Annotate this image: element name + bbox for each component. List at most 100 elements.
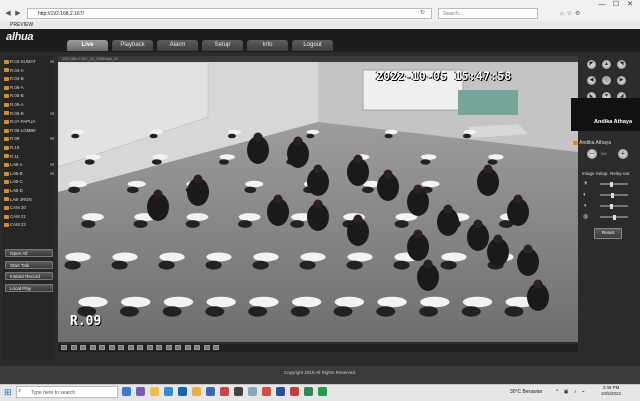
- video-control-icon[interactable]: [137, 345, 143, 350]
- taskbar-search-input[interactable]: Type here to search: [16, 386, 118, 398]
- slider-handle[interactable]: [609, 203, 613, 209]
- video-control-icon[interactable]: [213, 345, 219, 350]
- chair-icon: [111, 260, 128, 270]
- address-bar[interactable]: http://192.168.2.167/: [27, 8, 432, 19]
- tab-preview[interactable]: PREVIEW: [2, 21, 70, 29]
- instant-record-button[interactable]: Instant Record: [5, 272, 53, 280]
- ptz-arrow-icon[interactable]: ◥: [617, 60, 626, 69]
- camera-list-item[interactable]: CAM 22: [4, 221, 54, 228]
- image-slider[interactable]: [600, 205, 628, 207]
- camera-list-item[interactable]: LAB-C: [4, 178, 54, 185]
- video-control-icon[interactable]: [108, 345, 115, 350]
- camera-list-item[interactable]: R.06-A: [4, 101, 54, 108]
- camera-list-item[interactable]: CAM 21: [4, 213, 54, 220]
- tab-playback[interactable]: Playback: [112, 40, 153, 51]
- zoom-out-button[interactable]: −: [587, 149, 597, 159]
- taskbar-clock[interactable]: 3:48 PM 10/5/2022: [596, 385, 626, 397]
- forward-button[interactable]: ▶: [14, 9, 22, 18]
- folder-icon[interactable]: [192, 387, 201, 396]
- camera-list-item[interactable]: R.09 M: [4, 135, 54, 142]
- ptz-arrow-icon[interactable]: ◀: [587, 76, 596, 85]
- mail-icon[interactable]: [164, 387, 173, 396]
- app-icon[interactable]: [234, 387, 243, 396]
- tab-logout[interactable]: Logout: [292, 40, 333, 51]
- refresh-icon[interactable]: ↻: [420, 9, 425, 16]
- image-setup-label[interactable]: Image Setup: [582, 171, 608, 176]
- camera-list-item[interactable]: R.11: [4, 153, 54, 160]
- camera-list-item[interactable]: R.03-SUMAT M: [4, 58, 54, 65]
- ptz-arrow-icon[interactable]: ▶: [617, 76, 626, 85]
- tab-setup[interactable]: Setup: [202, 40, 243, 51]
- local-play-button[interactable]: Local Play: [5, 283, 53, 292]
- tab-info[interactable]: Info: [247, 40, 288, 51]
- video-control-icon[interactable]: [61, 345, 67, 350]
- chair-icon: [419, 306, 438, 317]
- ptz-arrow-icon[interactable]: ◎: [602, 76, 611, 85]
- camera-icon: [4, 214, 9, 219]
- camera-list-item[interactable]: LAB-D: [4, 187, 54, 194]
- video-control-icon[interactable]: [70, 345, 77, 350]
- slider-handle[interactable]: [609, 181, 613, 187]
- camera-list-item[interactable]: R.06-B M: [4, 110, 54, 117]
- minimize-button[interactable]: —: [596, 1, 608, 9]
- close-button[interactable]: ✕: [624, 1, 636, 9]
- office-icon[interactable]: [220, 387, 229, 396]
- start-talk-button[interactable]: Start Talk: [5, 260, 53, 269]
- video-control-icon[interactable]: [184, 345, 191, 350]
- camera-list-item[interactable]: CAM 20: [4, 204, 54, 211]
- app-icon[interactable]: [248, 387, 257, 396]
- browser-toolbar-icons[interactable]: ⌂☆⚙: [560, 10, 600, 18]
- video-control-icon[interactable]: [146, 345, 153, 350]
- camera-list-item[interactable]: R.10: [4, 144, 54, 151]
- ptz-arrow-icon[interactable]: ▲: [602, 60, 611, 69]
- video-control-icon[interactable]: [127, 345, 134, 350]
- zoom-in-button[interactable]: +: [618, 149, 628, 159]
- camera-list-item[interactable]: R.04-B: [4, 75, 54, 82]
- ptz-arrow-icon[interactable]: ◤: [587, 60, 596, 69]
- chat-icon[interactable]: [136, 387, 145, 396]
- tab-alarm[interactable]: Alarm: [157, 40, 198, 51]
- video-control-icon[interactable]: [194, 345, 200, 350]
- slider-handle[interactable]: [611, 192, 615, 198]
- reset-button[interactable]: Reset: [594, 228, 622, 239]
- camera-list-item[interactable]: R.07-PAPUA: [4, 118, 54, 125]
- desk-icon: [152, 154, 168, 160]
- camera-list-item[interactable]: R.04-A: [4, 67, 54, 74]
- windows-start-icon[interactable]: ⊞: [4, 387, 14, 397]
- camera-list-item[interactable]: R.08-LOMBK: [4, 127, 54, 134]
- chrome-icon[interactable]: [262, 387, 271, 396]
- file-explorer-icon[interactable]: [150, 387, 159, 396]
- camera-list-item[interactable]: LAB-A M: [4, 161, 54, 168]
- video-control-icon[interactable]: [165, 345, 172, 350]
- video-control-icon[interactable]: [89, 345, 96, 350]
- video-control-icon[interactable]: [118, 345, 124, 350]
- system-tray-icons[interactable]: ^ ▣ ♪ ⌁: [556, 389, 587, 395]
- maximize-button[interactable]: ☐: [610, 1, 622, 9]
- excel-icon[interactable]: [304, 387, 313, 396]
- store-icon[interactable]: [178, 387, 187, 396]
- video-control-icon[interactable]: [156, 345, 162, 350]
- video-control-icon[interactable]: [203, 345, 210, 350]
- camera-list-item[interactable]: R.05-A: [4, 84, 54, 91]
- edge-icon[interactable]: [206, 387, 215, 396]
- browser-search-input[interactable]: Search...: [438, 8, 538, 19]
- weather-widget[interactable]: 30°C Berawan: [510, 389, 542, 395]
- video-control-icon[interactable]: [175, 345, 181, 350]
- camera-list-item[interactable]: LAB-B M: [4, 170, 54, 177]
- powerpoint-icon[interactable]: [290, 387, 299, 396]
- excel-icon[interactable]: [318, 387, 327, 396]
- word-icon[interactable]: [276, 387, 285, 396]
- user-icon: [573, 140, 578, 145]
- camera-list-item[interactable]: LAB-JRGN: [4, 196, 54, 203]
- slider-handle[interactable]: [612, 214, 616, 220]
- relay-out-label[interactable]: Relay-out: [610, 171, 629, 176]
- tab-live[interactable]: Live: [67, 40, 108, 51]
- live-video-feed[interactable]: [58, 62, 578, 342]
- video-control-icon[interactable]: [80, 345, 86, 350]
- camera-list-item[interactable]: R.05-B: [4, 92, 54, 99]
- back-button[interactable]: ◀: [4, 9, 12, 18]
- task-view-icon[interactable]: [122, 387, 131, 396]
- video-control-icon[interactable]: [99, 345, 105, 350]
- open-all-button[interactable]: Open All: [5, 249, 53, 257]
- image-slider[interactable]: [600, 183, 628, 185]
